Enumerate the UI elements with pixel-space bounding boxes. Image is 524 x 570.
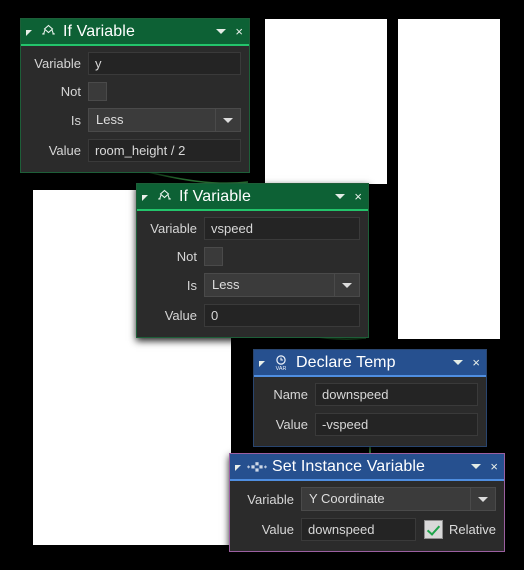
is-dropdown-value: Less xyxy=(88,108,215,132)
not-checkbox[interactable] xyxy=(204,247,223,266)
node-if-variable-y[interactable]: If Variable × Variable y Not Is Less Val xyxy=(20,18,250,173)
collapse-triangle-icon[interactable] xyxy=(26,29,32,36)
collapse-triangle-icon[interactable] xyxy=(235,464,241,471)
is-label: Is xyxy=(70,112,81,128)
node-title: Set Instance Variable xyxy=(272,458,426,475)
value-input[interactable]: room_height / 2 xyxy=(88,139,241,162)
not-checkbox[interactable] xyxy=(88,82,107,101)
field-row-name: Name downspeed xyxy=(262,383,478,406)
variable-label: Variable xyxy=(150,221,197,236)
node-title: If Variable xyxy=(63,23,135,40)
node-titlebar[interactable]: If Variable × xyxy=(21,19,249,46)
field-row-is: Is Less xyxy=(145,273,360,297)
field-row-variable: Variable vspeed xyxy=(145,217,360,240)
close-icon[interactable]: × xyxy=(490,460,498,473)
node-body: Variable Y Coordinate Value downspeed Re… xyxy=(230,481,504,551)
variable-label: Variable xyxy=(247,491,294,507)
node-titlebar[interactable]: Set Instance Variable × xyxy=(230,454,504,481)
node-graph-canvas[interactable]: If Variable × Variable y Not Is Less Val xyxy=(0,0,524,570)
svg-text:VAR: VAR xyxy=(276,366,287,372)
chevron-down-icon[interactable] xyxy=(471,464,482,469)
node-titlebar[interactable]: If Variable × xyxy=(137,184,368,211)
field-row-value: Value downspeed Relative xyxy=(238,518,496,541)
node-declare-temp[interactable]: VAR Declare Temp × Name downspeed Value … xyxy=(253,349,487,447)
close-icon[interactable]: × xyxy=(472,356,480,369)
field-row-not: Not xyxy=(145,247,360,266)
value-label: Value xyxy=(275,417,308,432)
value-input[interactable]: downspeed xyxy=(301,518,417,541)
value-input[interactable]: 0 xyxy=(204,304,360,327)
node-if-variable-vspeed[interactable]: If Variable × Variable vspeed Not Is Les… xyxy=(136,183,369,338)
is-dropdown[interactable]: Less xyxy=(204,273,360,297)
node-body: Variable vspeed Not Is Less Value 0 xyxy=(137,211,368,337)
field-row-variable: Variable y xyxy=(29,52,241,75)
value-label: Value xyxy=(164,308,197,323)
chevron-down-icon[interactable] xyxy=(334,273,360,297)
field-row-value: Value 0 xyxy=(145,304,360,327)
is-dropdown-value: Less xyxy=(204,273,334,297)
clock-var-icon: VAR xyxy=(271,353,291,373)
collapse-triangle-icon[interactable] xyxy=(142,194,148,201)
chevron-down-icon[interactable] xyxy=(470,487,496,511)
variable-dropdown[interactable]: Y Coordinate xyxy=(301,487,496,511)
node-set-instance-variable[interactable]: Set Instance Variable × Variable Y Coord… xyxy=(229,453,505,552)
not-label: Not xyxy=(176,249,197,264)
name-label: Name xyxy=(273,387,308,402)
name-input[interactable]: downspeed xyxy=(315,383,478,406)
value-label: Value xyxy=(48,143,81,158)
background-sheet-top-left xyxy=(265,19,387,184)
field-row-variable: Variable Y Coordinate xyxy=(238,487,496,511)
value-label: Value xyxy=(261,522,294,537)
collapse-triangle-icon[interactable] xyxy=(259,360,265,367)
is-label: Is xyxy=(186,277,197,293)
field-row-value: Value -vspeed xyxy=(262,413,478,436)
field-row-value: Value room_height / 2 xyxy=(29,139,241,162)
node-titlebar[interactable]: VAR Declare Temp × xyxy=(254,350,486,377)
chevron-down-icon[interactable] xyxy=(335,194,346,199)
relative-checkbox[interactable] xyxy=(424,520,444,539)
move-arrows-icon xyxy=(247,457,267,477)
not-label: Not xyxy=(60,84,81,99)
node-body: Variable y Not Is Less Value room_height… xyxy=(21,46,249,172)
field-row-is: Is Less xyxy=(29,108,241,132)
relative-control[interactable]: Relative xyxy=(424,520,496,539)
relative-label: Relative xyxy=(449,522,496,537)
background-sheet-top-right xyxy=(398,19,500,339)
variable-input[interactable]: vspeed xyxy=(204,217,360,240)
variable-dropdown-value: Y Coordinate xyxy=(301,487,470,511)
node-title: Declare Temp xyxy=(296,354,396,371)
variable-label: Variable xyxy=(34,56,81,71)
node-body: Name downspeed Value -vspeed xyxy=(254,377,486,446)
branch-icon xyxy=(154,187,174,207)
chevron-down-icon[interactable] xyxy=(453,360,464,365)
chevron-down-icon[interactable] xyxy=(216,29,227,34)
chevron-down-icon[interactable] xyxy=(215,108,241,132)
node-title: If Variable xyxy=(179,188,251,205)
value-input[interactable]: -vspeed xyxy=(315,413,478,436)
branch-icon xyxy=(38,22,58,42)
is-dropdown[interactable]: Less xyxy=(88,108,241,132)
close-icon[interactable]: × xyxy=(354,190,362,203)
field-row-not: Not xyxy=(29,82,241,101)
close-icon[interactable]: × xyxy=(235,25,243,38)
variable-input[interactable]: y xyxy=(88,52,241,75)
